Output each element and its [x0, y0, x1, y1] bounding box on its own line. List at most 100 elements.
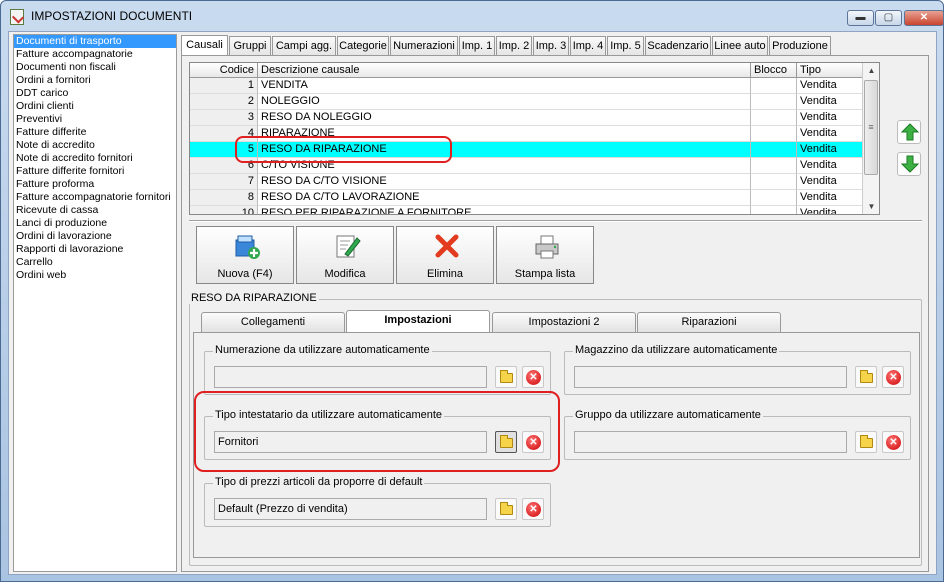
- subtab-impostazioni[interactable]: Impostazioni: [346, 310, 490, 333]
- table-row[interactable]: 3 RESO DA NOLEGGIO Vendita: [190, 110, 864, 126]
- new-button[interactable]: Nuova (F4): [196, 226, 294, 284]
- subtab-collegamenti[interactable]: Collegamenti: [201, 312, 345, 332]
- scroll-up-arrow[interactable]: ▲: [863, 63, 879, 79]
- tab-produzione[interactable]: Produzione: [769, 36, 831, 56]
- magazzino-clear-button[interactable]: ✕: [882, 366, 904, 388]
- print-list-button[interactable]: Stampa lista: [496, 226, 594, 284]
- move-up-button[interactable]: [897, 120, 921, 144]
- tab-categorie[interactable]: Categorie: [337, 36, 389, 56]
- new-button-label: Nuova (F4): [217, 268, 273, 280]
- tab-campi-agg[interactable]: Campi agg.: [272, 36, 336, 56]
- tipo-prezzi-field[interactable]: Default (Prezzo di vendita): [214, 498, 487, 520]
- numerazione-clear-button[interactable]: ✕: [522, 366, 544, 388]
- tab-causali[interactable]: Causali: [181, 35, 228, 57]
- tab-gruppi[interactable]: Gruppi: [229, 36, 271, 56]
- tab-imp-5[interactable]: Imp. 5: [607, 36, 644, 56]
- list-item[interactable]: Fatture differite: [14, 126, 176, 139]
- delete-icon: [435, 234, 459, 258]
- table-row[interactable]: 2 NOLEGGIO Vendita: [190, 94, 864, 110]
- cell-codice: 2: [190, 94, 258, 110]
- table-row[interactable]: 10 RESO PER RIPARAZIONE A FORNITORE Vendit…: [190, 206, 864, 214]
- list-item[interactable]: Ricevute di cassa: [14, 204, 176, 217]
- list-item[interactable]: Fatture accompagnatorie fornitori: [14, 191, 176, 204]
- list-item[interactable]: Rapporti di lavorazione: [14, 243, 176, 256]
- group-gruppo: Gruppo da utilizzare automaticamente ✕: [564, 409, 911, 460]
- delete-button[interactable]: Elimina: [396, 226, 494, 284]
- tipo-prezzi-browse-button[interactable]: [495, 498, 517, 520]
- table-row[interactable]: 8 RESO DA C/TO LAVORAZIONE Vendita: [190, 190, 864, 206]
- grid-scrollbar[interactable]: ▲ ≡ ▼: [862, 63, 879, 214]
- subtab-impostazioni-2[interactable]: Impostazioni 2: [492, 312, 636, 332]
- list-item[interactable]: Lanci di produzione: [14, 217, 176, 230]
- cell-descrizione: VENDITA: [258, 78, 751, 94]
- list-item[interactable]: Fatture accompagnatorie: [14, 48, 176, 61]
- cell-descrizione: RESO PER RIPARAZIONE A FORNITORE: [258, 206, 751, 214]
- scroll-thumb[interactable]: ≡: [864, 80, 878, 175]
- tab-imp-1[interactable]: Imp. 1: [459, 36, 495, 56]
- annotation-oval-row: [235, 136, 452, 163]
- app-icon: [10, 9, 24, 25]
- cell-tipo: Vendita: [797, 174, 864, 190]
- cell-codice: 1: [190, 78, 258, 94]
- minimize-button[interactable]: ▬: [847, 10, 874, 26]
- list-item[interactable]: Documenti di trasporto: [14, 35, 176, 48]
- table-row[interactable]: 1 VENDITA Vendita: [190, 78, 864, 94]
- gruppo-clear-button[interactable]: ✕: [882, 431, 904, 453]
- list-item[interactable]: Documenti non fiscali: [14, 61, 176, 74]
- cell-descrizione: RESO DA C/TO LAVORAZIONE: [258, 190, 751, 206]
- list-item[interactable]: Carrello: [14, 256, 176, 269]
- print-list-button-label: Stampa lista: [514, 268, 576, 280]
- edit-button[interactable]: Modifica: [296, 226, 394, 284]
- arrow-down-icon: [901, 155, 919, 173]
- gruppo-label: Gruppo da utilizzare automaticamente: [573, 409, 763, 421]
- cell-tipo: Vendita: [797, 142, 864, 158]
- document-type-list[interactable]: Documenti di trasporto Fatture accompagna…: [13, 34, 177, 572]
- gruppo-browse-button[interactable]: [855, 431, 877, 453]
- cell-blocco: [751, 190, 797, 206]
- tab-numerazioni[interactable]: Numerazioni: [390, 36, 458, 56]
- column-header-descrizione[interactable]: Descrizione causale: [258, 63, 751, 78]
- magazzino-field[interactable]: [574, 366, 847, 388]
- scroll-down-arrow[interactable]: ▼: [863, 199, 879, 214]
- list-item[interactable]: Fatture proforma: [14, 178, 176, 191]
- gruppo-field[interactable]: [574, 431, 847, 453]
- tab-imp-4[interactable]: Imp. 4: [570, 36, 606, 56]
- window-client: Documenti di trasporto Fatture accompagna…: [8, 31, 937, 575]
- column-header-codice[interactable]: Codice: [190, 63, 258, 78]
- list-item[interactable]: Preventivi: [14, 113, 176, 126]
- column-header-tipo[interactable]: Tipo: [797, 63, 864, 78]
- folder-icon: [500, 502, 513, 515]
- cell-blocco: [751, 110, 797, 126]
- toolbar-separator: [189, 220, 922, 222]
- tab-imp-3[interactable]: Imp. 3: [533, 36, 569, 56]
- list-item[interactable]: Ordini web: [14, 269, 176, 282]
- tab-imp-2[interactable]: Imp. 2: [496, 36, 532, 56]
- list-item[interactable]: Ordini a fornitori: [14, 74, 176, 87]
- move-down-button[interactable]: [897, 152, 921, 176]
- group-magazzino: Magazzino da utilizzare automaticamente …: [564, 344, 911, 395]
- cell-blocco: [751, 126, 797, 142]
- list-item[interactable]: Ordini di lavorazione: [14, 230, 176, 243]
- numerazione-field[interactable]: [214, 366, 487, 388]
- cell-blocco: [751, 174, 797, 190]
- list-item[interactable]: DDT carico: [14, 87, 176, 100]
- clear-icon: ✕: [526, 502, 541, 517]
- subtab-riparazioni[interactable]: Riparazioni: [637, 312, 781, 332]
- tab-linee-auto[interactable]: Linee auto: [712, 36, 768, 56]
- cell-codice: 8: [190, 190, 258, 206]
- list-item[interactable]: Fatture differite fornitori: [14, 165, 176, 178]
- tipo-prezzi-clear-button[interactable]: ✕: [522, 498, 544, 520]
- numerazione-browse-button[interactable]: [495, 366, 517, 388]
- table-row[interactable]: 7 RESO DA C/TO VISIONE Vendita: [190, 174, 864, 190]
- list-item[interactable]: Ordini clienti: [14, 100, 176, 113]
- edit-button-label: Modifica: [324, 268, 366, 280]
- list-item[interactable]: Note di accredito: [14, 139, 176, 152]
- list-item[interactable]: Note di accredito fornitori: [14, 152, 176, 165]
- close-button[interactable]: ✕: [904, 10, 944, 26]
- tab-scadenzario[interactable]: Scadenzario: [645, 36, 711, 56]
- magazzino-browse-button[interactable]: [855, 366, 877, 388]
- section-title: RESO DA RIPARAZIONE: [189, 292, 319, 304]
- annotation-oval-field: [194, 391, 560, 472]
- maximize-button[interactable]: ▢: [875, 10, 902, 26]
- column-header-blocco[interactable]: Blocco: [751, 63, 797, 78]
